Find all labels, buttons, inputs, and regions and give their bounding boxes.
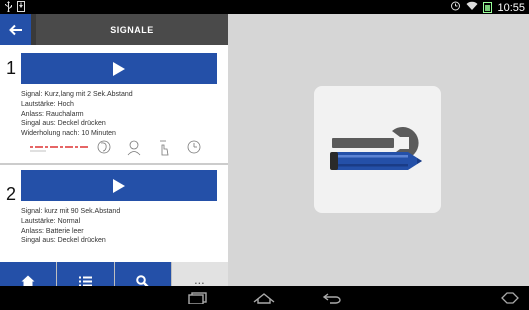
signal-pictograms <box>30 140 201 156</box>
wifi-icon <box>466 1 478 15</box>
home-nav-button[interactable] <box>250 290 278 306</box>
back-arrow-icon <box>8 24 22 35</box>
signal-list-pane: SIGNALE 1 Signal: Kurz,lang mit 2 Sek.Ab… <box>0 14 228 286</box>
signal-card-2: 2 Signal: kurz mit 90 Sek.Abstand Lautst… <box>0 165 228 262</box>
play-icon <box>113 178 125 193</box>
ear-icon <box>97 140 111 154</box>
off-line: Singal aus: Deckel drücken <box>21 120 106 128</box>
list-icon <box>78 276 92 286</box>
system-nav-bar <box>0 286 529 310</box>
tab-list[interactable] <box>57 262 115 286</box>
person-icon <box>127 140 141 156</box>
screenshot-button[interactable] <box>496 290 524 306</box>
page-title: SIGNALE <box>36 14 228 45</box>
tab-search[interactable] <box>114 262 172 286</box>
home-icon <box>253 293 275 304</box>
clock-icon <box>187 140 201 154</box>
volume-line: Lautstärke: Normal <box>21 217 81 225</box>
signal-info: Signal: kurz mit 90 Sek.Abstand Lautstär… <box>21 207 120 246</box>
status-bar: 10:55 <box>0 0 529 14</box>
hand-press-icon <box>160 140 169 156</box>
volume-line: Lautstärke: Hoch <box>21 100 74 108</box>
signal-line: Signal: kurz mit 90 Sek.Abstand <box>21 208 121 215</box>
signal-list[interactable]: 1 Signal: Kurz,lang mit 2 Sek.Abstand La… <box>0 45 228 262</box>
cause-line: Anlass: Rauchalarm <box>21 110 84 118</box>
signal-card-1: 1 Signal: Kurz,lang mit 2 Sek.Abstand La… <box>0 45 228 165</box>
recent-apps-button[interactable] <box>184 290 212 306</box>
repeat-line: Widerholung nach: 10 Minuten <box>21 130 116 138</box>
signal-number: 1 <box>6 58 17 78</box>
detail-pane <box>228 14 529 286</box>
back-icon <box>322 293 341 304</box>
signal-number: 2 <box>6 184 17 204</box>
signal-line: Signal: Kurz,lang mit 2 Sek.Abstand <box>21 91 133 98</box>
search-icon <box>136 274 149 286</box>
clock-time: 10:55 <box>497 1 525 14</box>
off-line: Singal aus: Deckel drücken <box>21 237 106 245</box>
home-icon <box>21 275 35 286</box>
signal-pattern-icon <box>30 146 90 152</box>
tab-home[interactable] <box>0 262 58 286</box>
more-label: ... <box>194 276 206 286</box>
app-header: SIGNALE <box>0 14 228 45</box>
app-tile <box>314 86 441 213</box>
battery-icon <box>483 2 493 13</box>
recent-apps-icon <box>188 292 207 304</box>
alarm-icon <box>450 0 461 15</box>
play-icon <box>113 61 125 76</box>
play-signal-1-button[interactable] <box>21 53 217 84</box>
screenshot-icon <box>501 292 519 304</box>
back-button[interactable] <box>0 14 31 45</box>
wrench-pencil-icon <box>330 127 422 170</box>
bottom-tab-bar: ... <box>0 262 228 286</box>
back-nav-button[interactable] <box>318 290 346 306</box>
play-signal-2-button[interactable] <box>21 170 217 201</box>
cause-line: Anlass: Batterie leer <box>21 227 84 235</box>
signal-info: Signal: Kurz,lang mit 2 Sek.Abstand Laut… <box>21 90 133 139</box>
tab-more[interactable]: ... <box>171 262 228 286</box>
